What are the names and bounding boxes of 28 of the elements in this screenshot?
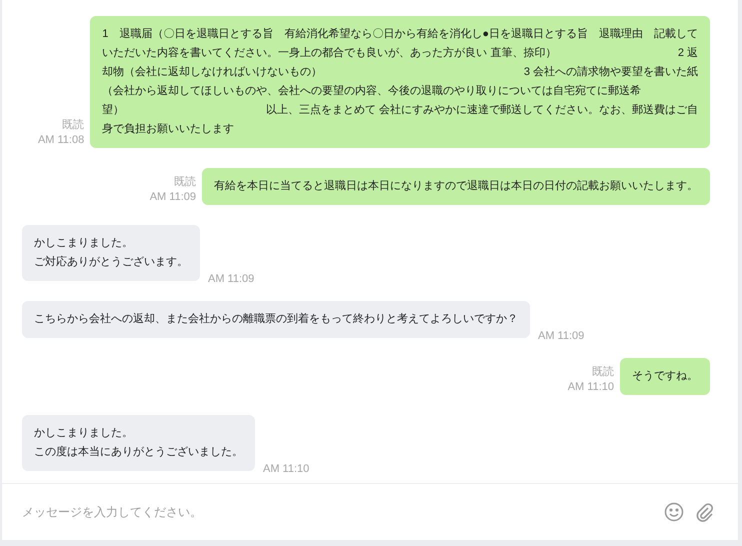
message-text: かしこまりました。 — [34, 426, 133, 441]
message-text: こちらから会社への返却、また会社からの離職票の到着をもって終わりと考えてよろしいですか？ — [34, 312, 518, 327]
message-time: AM 11:10 — [263, 462, 310, 477]
message-text: かしこまりました。 — [34, 236, 133, 251]
message-time: AM 11:10 — [568, 380, 614, 395]
read-receipt: 既読 — [174, 175, 196, 190]
message-text: 却物（会社に返却しなければいけないもの） — [102, 65, 322, 80]
message-text: 望） — [102, 102, 124, 118]
message-time: AM 11:09 — [208, 272, 254, 287]
read-receipt: 既読 — [62, 118, 84, 133]
emoji-icon[interactable] — [664, 502, 684, 522]
message-text: （会社から返却してほしいものや、会社への要望の内容、今後の退職のやり取りについては自宅宛てに郵送希 — [102, 84, 642, 99]
message-time: AM 11:09 — [150, 190, 196, 205]
message-text: 有給を本日に当てると退職日は本日になりますので退職日は本日の日付の記載お願いいたします。 — [214, 179, 698, 194]
read-receipt: 既読 — [592, 365, 614, 380]
message-text: 身で負担お願いいたします — [102, 122, 234, 137]
message-time: AM 11:08 — [38, 133, 84, 148]
message-text: いただいた内容を書いてください。一身上の都合でも良いが、あった方が良い 直筆、捺印） — [102, 46, 556, 61]
message-text: ご対応ありがとうございます。 — [34, 254, 188, 270]
message-input-field[interactable]: メッセージを入力してください。 — [22, 503, 652, 521]
message-text: 3 会社への請求物や要望を書いた紙 — [524, 64, 698, 80]
message-text: 1 退職届（〇日を退職日とする旨 有給消化希望なら〇日から有給を消化し●日を退職日とする旨 退職理由 記載して — [102, 26, 698, 42]
message-text: この度は本当にありがとうございました。 — [34, 444, 243, 460]
message-text: 以上、三点をまとめて 会社にすみやかに速達で郵送してください。なお、郵送費はご自 — [266, 102, 698, 118]
message-text: そうですね。 — [632, 369, 698, 384]
message-text: 2 返 — [678, 46, 698, 61]
paperclip-icon[interactable] — [696, 502, 714, 522]
message-time: AM 11:09 — [538, 329, 584, 344]
